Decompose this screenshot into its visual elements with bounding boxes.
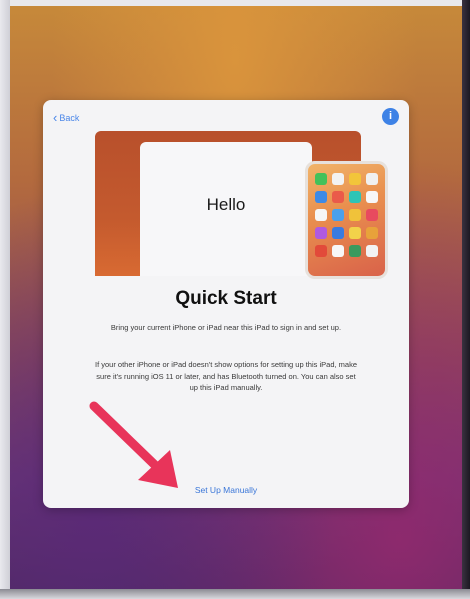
app-icon <box>366 191 378 203</box>
app-icon <box>366 173 378 185</box>
info-icon[interactable]: i <box>382 108 399 125</box>
app-icon <box>315 245 327 257</box>
hero-illustration: Hello <box>95 131 388 279</box>
photo-edge-right <box>462 0 470 599</box>
back-button[interactable]: ‹ Back <box>53 110 79 126</box>
app-icon <box>332 173 344 185</box>
hello-text: Hello <box>206 195 246 214</box>
photo-edge-left <box>0 0 10 599</box>
app-icon <box>315 191 327 203</box>
app-icon <box>366 209 378 221</box>
app-icon <box>349 173 361 185</box>
app-icon <box>366 245 378 257</box>
app-icon <box>349 245 361 257</box>
app-icon <box>366 227 378 239</box>
hello-screen: Hello <box>140 142 312 276</box>
app-icon <box>315 227 327 239</box>
app-icon <box>349 191 361 203</box>
app-icon <box>332 227 344 239</box>
app-icon <box>349 227 361 239</box>
app-icon <box>349 209 361 221</box>
app-icon <box>315 209 327 221</box>
annotation-arrow-icon <box>89 401 178 488</box>
back-label: Back <box>59 113 80 123</box>
iphone-illustration <box>305 161 388 279</box>
photo-edge-bottom <box>0 589 470 599</box>
page-title: Quick Start <box>175 288 277 309</box>
photo-edge-top <box>0 0 470 6</box>
app-icon <box>332 245 344 257</box>
description-secondary: If your other iPhone or iPad doesn't sho… <box>95 360 357 392</box>
chevron-left-icon: ‹ <box>53 110 58 125</box>
app-icon <box>332 209 344 221</box>
description-primary: Bring your current iPhone or iPad near t… <box>110 323 342 332</box>
app-icon <box>332 191 344 203</box>
app-icon <box>315 173 327 185</box>
app-icon-grid <box>315 173 380 257</box>
